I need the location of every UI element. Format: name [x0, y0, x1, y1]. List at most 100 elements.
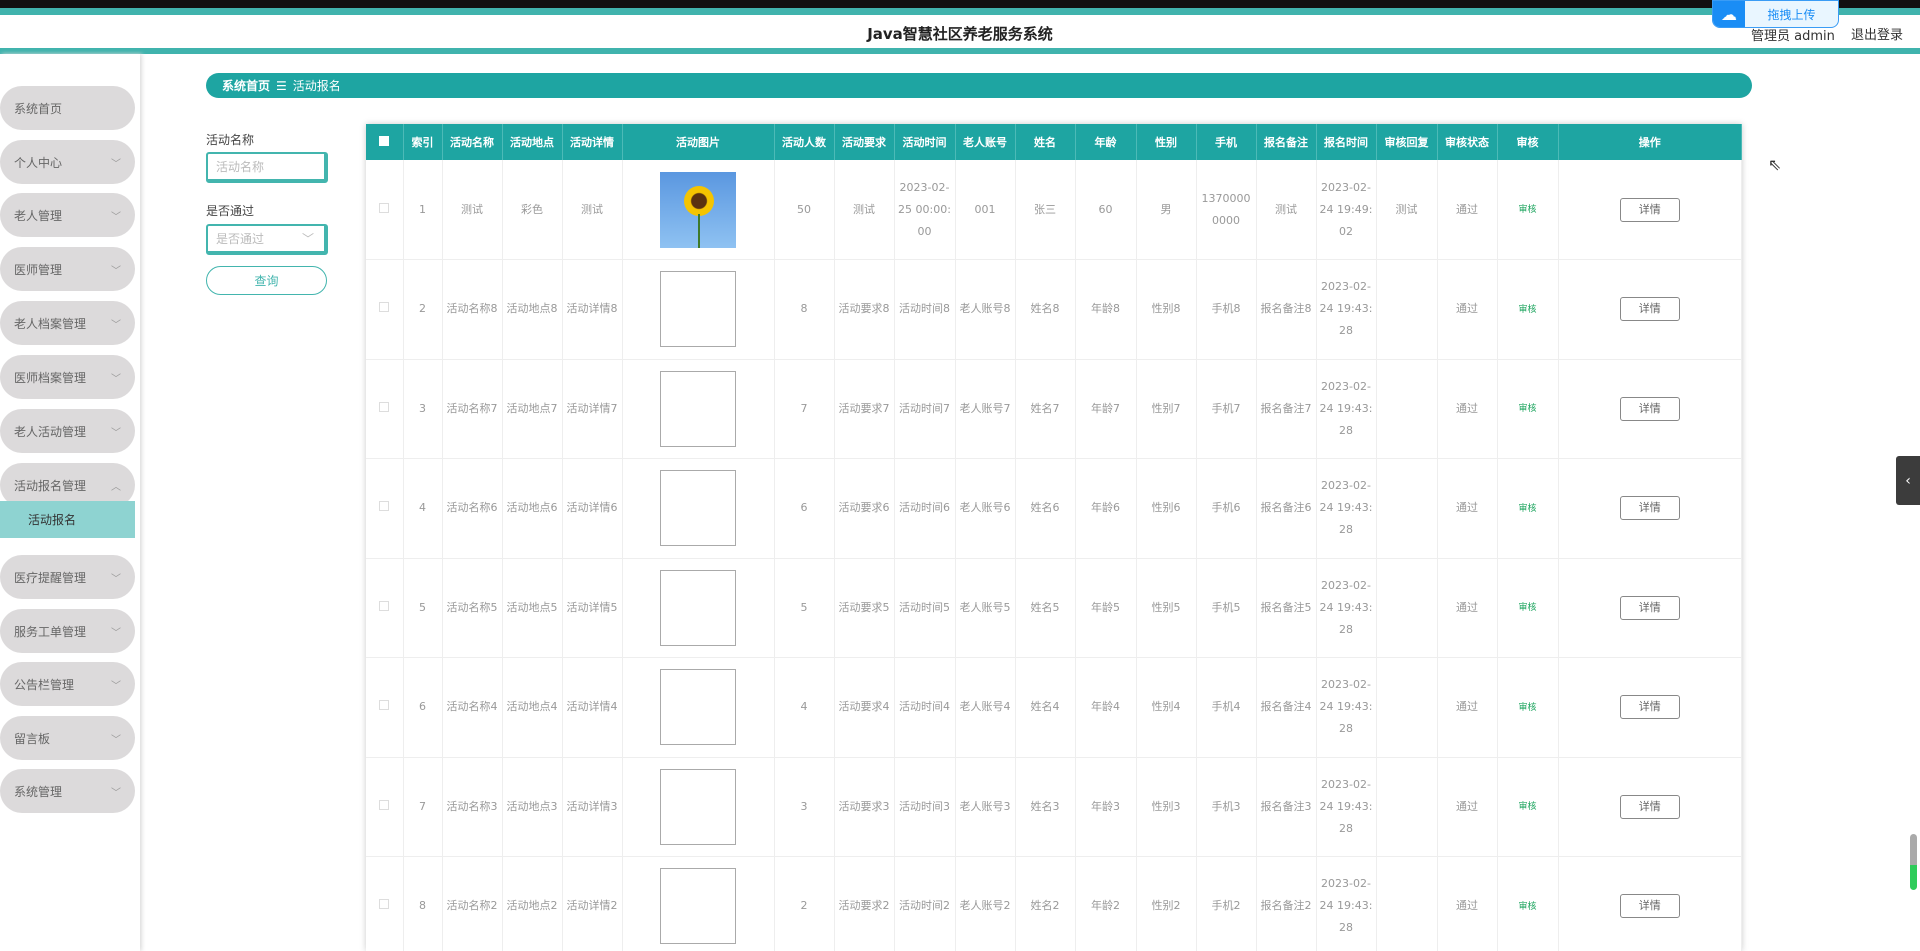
drag-upload-widget[interactable]: ☁ 拖拽上传 [1712, 0, 1839, 28]
detail-button[interactable]: 详情 [1619, 695, 1680, 720]
table-cell: 活动要求3 [834, 757, 895, 857]
sidebar-item[interactable]: 服务工单管理 ﹀ [0, 609, 135, 653]
table-cell: 1 [403, 160, 443, 260]
registration-table: 索引 活动名称 活动地点 活动详情 活动图片 活动人数 活动要求 活动时间 老人账号 姓名 年龄 性别… [366, 124, 1742, 951]
detail-button[interactable]: 详情 [1619, 894, 1680, 919]
row-checkbox[interactable] [366, 259, 404, 360]
chevron-left-icon[interactable]: ‹ [1896, 456, 1920, 505]
table-cell: 7 [774, 359, 835, 459]
table-cell: 老人账号7 [955, 359, 1016, 459]
row-checkbox[interactable] [366, 359, 404, 459]
column-header: 审核回复 [1376, 124, 1438, 160]
audit-link[interactable]: 审核 [1518, 305, 1536, 315]
audit-link[interactable]: 审核 [1518, 603, 1536, 613]
chevron-icon: ︿ [111, 481, 121, 493]
table-cell: 手机8 [1196, 259, 1257, 360]
table-cell: 活动地点3 [502, 757, 563, 857]
sidebar-subitem-activity-registration[interactable]: 活动报名 [0, 501, 135, 538]
row-checkbox[interactable] [366, 856, 404, 951]
table-cell: 手机5 [1196, 558, 1257, 658]
table-cell: 活动地点2 [502, 856, 563, 951]
table-cell: 2023-02-24 19:43:28 [1316, 757, 1377, 857]
table-cell: 5 [403, 558, 443, 658]
audit-link[interactable]: 审核 [1518, 703, 1536, 713]
row-checkbox[interactable] [366, 558, 404, 658]
detail-button[interactable]: 详情 [1619, 197, 1680, 222]
sidebar-item[interactable]: 老人活动管理 ﹀ [0, 409, 135, 453]
detail-button[interactable]: 详情 [1619, 297, 1680, 322]
table-cell: 2023-02-25 00:00:00 [894, 160, 956, 260]
table-cell: 活动详情2 [562, 856, 623, 951]
audit-link[interactable]: 审核 [1518, 404, 1536, 414]
logout-link[interactable]: 退出登录 [1851, 24, 1903, 43]
query-button[interactable]: 查询 [206, 266, 327, 295]
table-cell: 活动要求2 [834, 856, 895, 951]
column-header: 性别 [1136, 124, 1197, 160]
table-header-row: 索引 活动名称 活动地点 活动详情 活动图片 活动人数 活动要求 活动时间 老人账号 姓名 年龄 性别… [366, 124, 1742, 160]
window-top-bar [0, 0, 1920, 8]
sidebar-item[interactable]: 留言板 ﹀ [0, 716, 135, 760]
sidebar-item[interactable]: 医师管理 ﹀ [0, 247, 135, 291]
scroll-indicator[interactable] [1910, 834, 1917, 890]
broken-image-icon [660, 669, 736, 746]
audit-link[interactable]: 审核 [1518, 902, 1536, 912]
table-cell: 7 [403, 757, 443, 857]
table-cell: 活动要求7 [834, 359, 895, 459]
table-cell: 测试 [442, 160, 503, 260]
sidebar-item[interactable]: 老人档案管理 ﹀ [0, 301, 135, 345]
detail-button[interactable]: 详情 [1619, 496, 1680, 521]
table-cell: 活动时间5 [894, 558, 956, 658]
sidebar-item[interactable]: 医疗提醒管理 ﹀ [0, 555, 135, 599]
detail-button[interactable]: 详情 [1619, 794, 1680, 819]
table-row: 7 活动名称3 活动地点3 活动详情3 3 活动要求3 活动时间3 老人账号3 姓名3 年龄3 性别… [366, 757, 1742, 857]
table-cell: 2023-02-24 19:43:28 [1316, 458, 1377, 559]
audit-link[interactable]: 审核 [1518, 205, 1536, 215]
row-checkbox[interactable] [366, 458, 404, 559]
table-row: 1 测试 彩色 测试 50 测试 2023-02-25 00:00:00 001 张三 60 男 13… [366, 160, 1742, 260]
column-header: 活动人数 [774, 124, 835, 160]
row-checkbox[interactable] [366, 657, 404, 758]
audit-link[interactable]: 审核 [1518, 802, 1536, 812]
table-cell: 活动详情8 [562, 259, 623, 360]
audit-link[interactable]: 审核 [1518, 504, 1536, 514]
mouse-cursor-icon: ⇖ [1768, 155, 1782, 174]
table-cell: 彩色 [502, 160, 563, 260]
sidebar-item[interactable]: 老人管理 ﹀ [0, 193, 135, 237]
table-cell: 老人账号5 [955, 558, 1016, 658]
select-all-checkbox[interactable] [366, 124, 404, 160]
row-checkbox[interactable] [366, 160, 404, 260]
table-cell: 2 [403, 259, 443, 360]
table-cell: 活动名称2 [442, 856, 503, 951]
sidebar-item[interactable]: 系统管理 ﹀ [0, 769, 135, 813]
table-cell: 老人账号8 [955, 259, 1016, 360]
table-cell: 4 [403, 458, 443, 559]
sidebar-item-label: 公告栏管理 [14, 677, 75, 692]
activity-name-input[interactable]: 活动名称 [206, 152, 328, 183]
breadcrumb-home[interactable]: 系统首页 [222, 77, 270, 94]
sidebar-item[interactable]: 医师档案管理 ﹀ [0, 355, 135, 399]
table-cell: 通过 [1437, 160, 1498, 260]
activity-name-placeholder: 活动名称 [216, 160, 265, 174]
sidebar-item[interactable]: 公告栏管理 ﹀ [0, 662, 135, 706]
table-cell: 活动名称6 [442, 458, 503, 559]
table-cell: 活动名称4 [442, 657, 503, 758]
table-cell: 性别3 [1136, 757, 1197, 857]
table-cell: 测试 [1376, 160, 1438, 260]
column-header: 老人账号 [955, 124, 1016, 160]
sidebar-item[interactable]: 系统首页 [0, 86, 135, 130]
column-header: 活动时间 [894, 124, 956, 160]
sidebar-item[interactable]: 个人中心 ﹀ [0, 140, 135, 184]
table-cell: 报名备注6 [1256, 458, 1317, 559]
detail-button[interactable]: 详情 [1619, 595, 1680, 620]
table-cell: 活动时间3 [894, 757, 956, 857]
pass-status-select[interactable]: 是否通过 ﹀ [206, 224, 328, 255]
table-cell: 活动地点7 [502, 359, 563, 459]
table-cell: 年龄3 [1075, 757, 1137, 857]
table-cell: 老人账号6 [955, 458, 1016, 559]
table-cell: 年龄5 [1075, 558, 1137, 658]
table-cell: 2023-02-24 19:43:28 [1316, 359, 1377, 459]
table-cell: 手机3 [1196, 757, 1257, 857]
detail-button[interactable]: 详情 [1619, 396, 1680, 421]
row-checkbox[interactable] [366, 757, 404, 857]
broken-image-icon [660, 868, 736, 945]
